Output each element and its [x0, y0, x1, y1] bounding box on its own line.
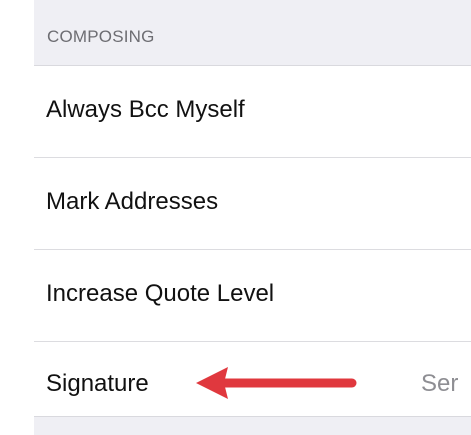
increase-quote-level-label: Increase Quote Level [46, 280, 275, 307]
composing-section-header: COMPOSING [34, 0, 471, 66]
section-header-label: COMPOSING [47, 27, 155, 46]
signature-value: Ser [421, 370, 459, 397]
increase-quote-level-row[interactable]: Increase Quote Level [34, 250, 471, 342]
mark-addresses-label: Mark Addresses [46, 188, 219, 215]
always-bcc-myself-row[interactable]: Always Bcc Myself [34, 66, 471, 158]
section-footer-band [34, 416, 471, 435]
mark-addresses-row[interactable]: Mark Addresses [34, 158, 471, 250]
always-bcc-myself-label: Always Bcc Myself [46, 96, 245, 123]
signature-label: Signature [46, 370, 149, 397]
settings-screen: COMPOSING Always Bcc Myself Mark Address… [0, 0, 471, 435]
red-arrow-icon [196, 367, 357, 399]
arrow-head [196, 367, 228, 399]
